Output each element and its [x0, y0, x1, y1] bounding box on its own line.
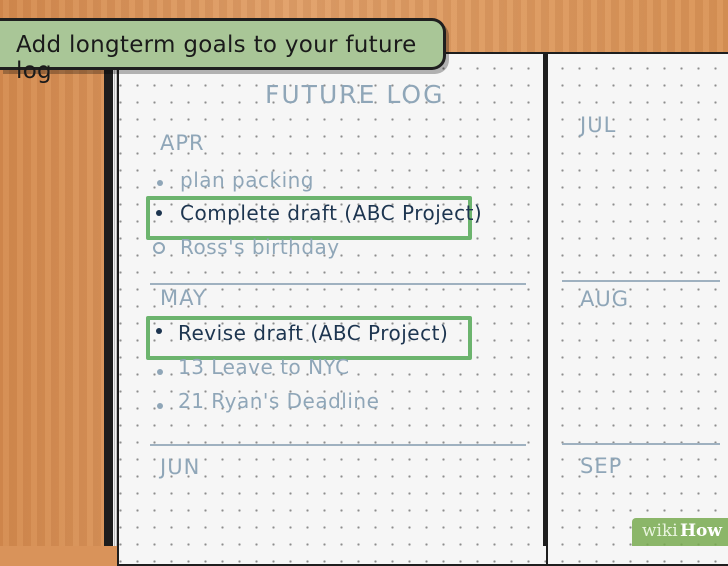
log-item-ryan-deadline: 21 Ryan's Deadline: [178, 389, 380, 413]
task-bullet: [156, 210, 162, 216]
month-label-sep: SEP: [580, 454, 623, 478]
notebook-spine: [543, 52, 547, 546]
log-item-ross-birthday: Ross's birthday: [180, 235, 340, 259]
event-circle-icon: [153, 242, 165, 254]
wikihow-logo-wiki: wiki: [642, 521, 678, 541]
month-label-aug: AUG: [580, 287, 630, 311]
month-divider-line: [150, 283, 526, 285]
task-bullet: [157, 180, 163, 186]
month-label-may: MAY: [160, 286, 207, 310]
wikihow-logo-how: How: [680, 521, 723, 541]
month-divider-line: [562, 443, 720, 445]
log-item-complete-draft: Complete draft (ABC Project): [180, 201, 483, 225]
month-divider-line: [562, 280, 720, 282]
month-label-jul: JUL: [580, 113, 617, 137]
instruction-banner: Add longterm goals to your future log: [0, 18, 446, 84]
task-bullet: [157, 403, 163, 409]
month-divider-line: [150, 444, 526, 446]
future-log-title: FUTURE LOG: [265, 80, 445, 109]
instruction-banner-text: Add longterm goals to your future log: [16, 32, 417, 84]
month-label-jun: JUN: [160, 455, 201, 479]
future-log-right-page: [546, 52, 728, 566]
log-item-revise-draft: Revise draft (ABC Project): [178, 321, 449, 345]
month-label-apr: APR: [160, 131, 205, 155]
log-item-plan-packing: plan packing: [180, 168, 314, 192]
task-bullet: [156, 328, 162, 334]
task-bullet: [157, 369, 163, 375]
log-item-leave-to-nyc: 13 Leave to NYC: [178, 355, 350, 379]
wikihow-logo: wiki How: [632, 518, 728, 546]
